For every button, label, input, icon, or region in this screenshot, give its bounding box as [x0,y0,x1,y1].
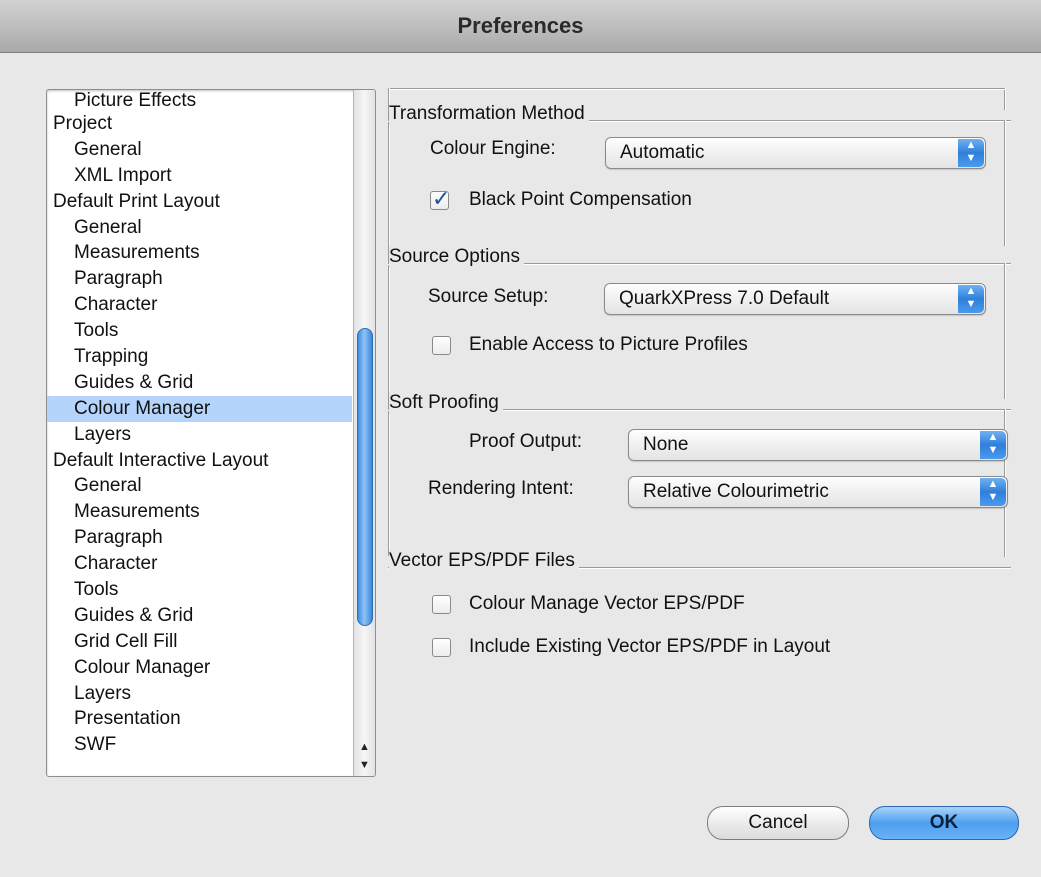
sidebar-item-trapping[interactable]: Trapping [47,344,352,370]
sidebar-item-default-interactive-layout[interactable]: Default Interactive Layout [47,448,352,474]
list-scrollbar[interactable]: ▲ ▼ [353,90,375,776]
enable-access-label: Enable Access to Picture Profiles [469,334,748,355]
popup-arrows-icon: ▲ ▼ [980,478,1006,506]
sidebar-item-presentation[interactable]: Presentation [47,706,352,732]
colour-manage-vector-checkbox[interactable] [432,595,451,614]
ok-button[interactable]: OK [869,806,1019,840]
sidebar-item-guides-grid[interactable]: Guides & Grid [47,370,352,396]
sidebar-item-measurements[interactable]: Measurements [47,240,352,266]
sidebar-item-picture-effects[interactable]: Picture Effects [47,90,352,111]
proof-output-popup[interactable]: None ▲ ▼ [628,429,1008,461]
sidebar-item-tools[interactable]: Tools [47,577,352,603]
rendering-intent-popup[interactable]: Relative Colourimetric ▲ ▼ [628,476,1008,508]
source-setup-label: Source Setup: [428,286,549,307]
section-title-soft-proofing: Soft Proofing [389,392,503,414]
window-title: Preferences [457,13,584,38]
checkmark-icon: ✓ [432,186,451,211]
sidebar-item-layers[interactable]: Layers [47,681,352,707]
colour-engine-value: Automatic [620,142,705,163]
sidebar-item-swf[interactable]: SWF [47,732,352,758]
source-setup-popup[interactable]: QuarkXPress 7.0 Default ▲ ▼ [604,283,986,315]
black-point-checkbox[interactable]: ✓ [430,186,450,211]
colour-engine-label: Colour Engine: [430,138,556,159]
scroll-up-arrow-icon[interactable]: ▲ [354,738,375,756]
source-setup-value: QuarkXPress 7.0 Default [619,288,830,309]
sidebar-item-xml-import[interactable]: XML Import [47,163,352,189]
section-title-vector: Vector EPS/PDF Files [389,550,579,572]
group-border [1004,263,1006,399]
group-border [388,88,390,556]
sidebar-item-paragraph[interactable]: Paragraph [47,525,352,551]
sidebar-item-general[interactable]: General [47,137,352,163]
sidebar-item-general[interactable]: General [47,473,352,499]
popup-arrows-icon: ▲ ▼ [980,431,1006,459]
sidebar-item-paragraph[interactable]: Paragraph [47,266,352,292]
scroll-down-arrow-icon[interactable]: ▼ [354,756,375,774]
popup-arrows-icon: ▲ ▼ [958,139,984,167]
black-point-label: Black Point Compensation [469,189,692,210]
sidebar-item-guides-grid[interactable]: Guides & Grid [47,603,352,629]
sidebar-item-colour-manager[interactable]: Colour Manager [47,655,352,681]
sidebar-item-project[interactable]: Project [47,111,352,137]
sidebar-item-character[interactable]: Character [47,292,352,318]
group-border [1004,120,1006,246]
sidebar-item-tools[interactable]: Tools [47,318,352,344]
category-items: Picture Effects Project General XML Import D… [47,90,352,758]
preferences-category-list[interactable]: Picture Effects Project General XML Import D… [46,89,376,777]
rendering-intent-value: Relative Colourimetric [643,481,829,502]
proof-output-value: None [643,434,689,455]
sidebar-item-measurements[interactable]: Measurements [47,499,352,525]
sidebar-item-character[interactable]: Character [47,551,352,577]
sidebar-item-grid-cell-fill[interactable]: Grid Cell Fill [47,629,352,655]
title-bar: Preferences [0,0,1041,53]
include-existing-vector-label: Include Existing Vector EPS/PDF in Layou… [469,636,831,657]
group-border [388,88,1005,90]
include-existing-vector-checkbox[interactable] [432,638,451,657]
popup-arrows-icon: ▲ ▼ [958,285,984,313]
section-title-transformation: Transformation Method [389,103,589,125]
sidebar-item-default-print-layout[interactable]: Default Print Layout [47,189,352,215]
scrollbar-thumb[interactable] [357,328,373,626]
group-border [1004,88,1006,110]
colour-manage-vector-label: Colour Manage Vector EPS/PDF [469,593,745,614]
enable-access-checkbox[interactable] [432,336,451,355]
proof-output-label: Proof Output: [469,431,583,452]
sidebar-item-colour-manager[interactable]: Colour Manager [47,395,352,422]
sidebar-item-layers[interactable]: Layers [47,422,352,448]
sidebar-item-general[interactable]: General [47,215,352,241]
cancel-button[interactable]: Cancel [707,806,849,840]
section-title-source: Source Options [389,246,524,268]
colour-engine-popup[interactable]: Automatic ▲ ▼ [605,137,986,169]
rendering-intent-label: Rendering Intent: [428,478,574,499]
